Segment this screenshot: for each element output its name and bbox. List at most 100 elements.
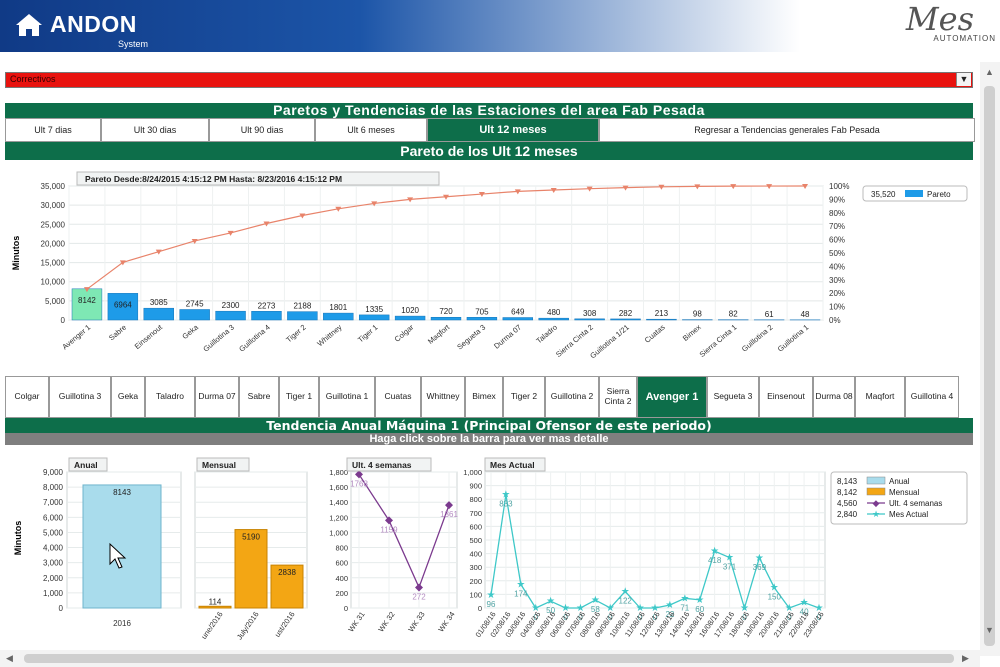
y-tick-label: 1,000 [329,528,348,537]
point-value-label: 1159 [380,525,398,534]
anual-bar [82,484,162,609]
tab-ult-6-meses[interactable]: Ult 6 meses [315,118,427,142]
y-tick-label: 4,000 [43,544,64,553]
x-tick-label: Sierra Cinta 1 [698,323,739,359]
scroll-right-icon[interactable]: ▶ [962,653,969,664]
y2-tick-label: 0% [829,316,841,325]
y-tick-label: 10,000 [41,278,66,287]
point-value-label: 150 [768,593,782,602]
station-button[interactable]: Bimex [465,376,503,418]
y-tick-label: 5,000 [43,528,64,537]
y-tick-label: 15,000 [41,259,66,268]
legend-value: 8,143 [837,477,858,486]
y-tick-label: 900 [469,482,482,491]
bar-value-label: 2745 [186,299,204,308]
station-button[interactable]: Guillotina 2 [545,376,599,418]
y-tick-label: 3,000 [43,559,64,568]
bar-value-label: 6964 [114,300,132,309]
mensual-bar [198,605,232,609]
x-tick-label: July/2016 [235,610,261,641]
scroll-up-icon[interactable]: ▲ [985,67,994,77]
legend-marker: ◆ [873,498,880,508]
legend-swatch [866,476,886,485]
station-button[interactable]: Avenger 1 [637,376,707,418]
failure-type-select[interactable]: Correctivos ▼ [5,72,973,88]
legend-label: Pareto [927,190,951,199]
legend-label: Mes Actual [889,510,928,519]
bar-value-label: 2188 [293,302,311,311]
home-icon [16,13,42,36]
tab-ult-12-meses[interactable]: Ult 12 meses [427,118,599,142]
x-tick-label: Geka [180,322,200,341]
y2-tick-label: 80% [829,209,845,218]
station-button[interactable]: Maqfort [855,376,905,418]
plot-area [68,185,824,321]
legend-value: 8,142 [837,488,858,497]
y-tick-label: 8,000 [43,483,64,492]
y-tick-label: 200 [335,589,348,598]
pareto-title: Pareto de los Ult 12 meses [5,142,973,160]
scroll-down-icon[interactable]: ▼ [985,625,994,635]
x-tick-label: Maqfort [426,322,452,346]
y-tick-label: 800 [469,495,482,504]
bar-value-label: 308 [583,309,597,318]
station-button[interactable]: Taladro [145,376,195,418]
pareto-bar [358,314,390,321]
station-button[interactable]: Whittney [421,376,465,418]
station-button[interactable]: Guillotina 1 [319,376,375,418]
point-value-label: 1361 [440,510,458,519]
station-button[interactable]: Einsenout [759,376,813,418]
pareto-bar [502,317,534,321]
chevron-down-icon[interactable]: ▼ [956,73,971,86]
y2-tick-label: 10% [829,303,845,312]
station-button[interactable]: Sierra Cinta 2 [599,376,637,418]
y-tick-label: 9,000 [43,468,64,477]
brand-title: ANDON [50,11,137,37]
bar-value-label: 2300 [222,301,240,310]
y2-tick-label: 50% [829,249,845,258]
tab-ult-7-dias[interactable]: Ult 7 dias [5,118,101,142]
y-tick-label: 0 [59,604,64,613]
y-tick-label: 0 [344,604,348,613]
x-tick-label: WK 32 [376,610,396,634]
station-button[interactable]: Durma 08 [813,376,855,418]
y-tick-label: 35,000 [41,182,66,191]
y-tick-label: 1,400 [329,498,348,507]
back-to-trends-link[interactable]: Regresar a Tendencias generales Fab Pesa… [599,118,975,142]
vertical-scrollbar[interactable]: ▲ ▼ [980,62,1000,656]
station-button[interactable]: Guillotina 3 [49,376,111,418]
station-button[interactable]: Guillotina 4 [905,376,959,418]
scroll-left-icon[interactable]: ◀ [6,653,13,664]
andon-logo[interactable]: ANDON [14,11,137,38]
pareto-bar [179,309,210,321]
horizontal-scrollbar[interactable]: ◀ ▶ [0,650,980,667]
bar-value-label: 82 [729,310,738,319]
station-button[interactable]: Tiger 2 [503,376,545,418]
y-tick-label: 5,000 [45,297,66,306]
point-value-label: 122 [619,596,633,605]
y2-tick-label: 30% [829,276,845,285]
x-tick-label: Taladro [534,323,559,346]
y-tick-label: 200 [469,577,482,586]
point-value-label: 418 [708,556,722,565]
chart-title: Anual [74,460,98,470]
station-button[interactable]: Durma 07 [195,376,239,418]
station-button[interactable]: Segueta 3 [707,376,759,418]
station-button[interactable]: Tiger 1 [279,376,319,418]
x-tick-label: WK 33 [406,610,426,634]
pareto-bar [287,311,318,321]
station-button[interactable]: Cuatas [375,376,421,418]
tab-ult-90-dias[interactable]: Ult 90 dias [209,118,315,142]
tab-ult-30-dias[interactable]: Ult 30 dias [101,118,209,142]
point-value-label: 96 [487,600,496,609]
station-button[interactable]: Sabre [239,376,279,418]
page-title: Paretos y Tendencias de las Estaciones d… [5,103,973,118]
bar-value-label: 2838 [278,568,296,577]
legend-swatch [905,190,923,197]
bar-value-label: 114 [209,597,222,606]
bar-value-label: 5190 [242,533,260,542]
y-tick-label: 400 [469,550,482,559]
station-button[interactable]: Colgar [5,376,49,418]
brand-subtitle: System [118,39,149,49]
station-button[interactable]: Geka [111,376,145,418]
